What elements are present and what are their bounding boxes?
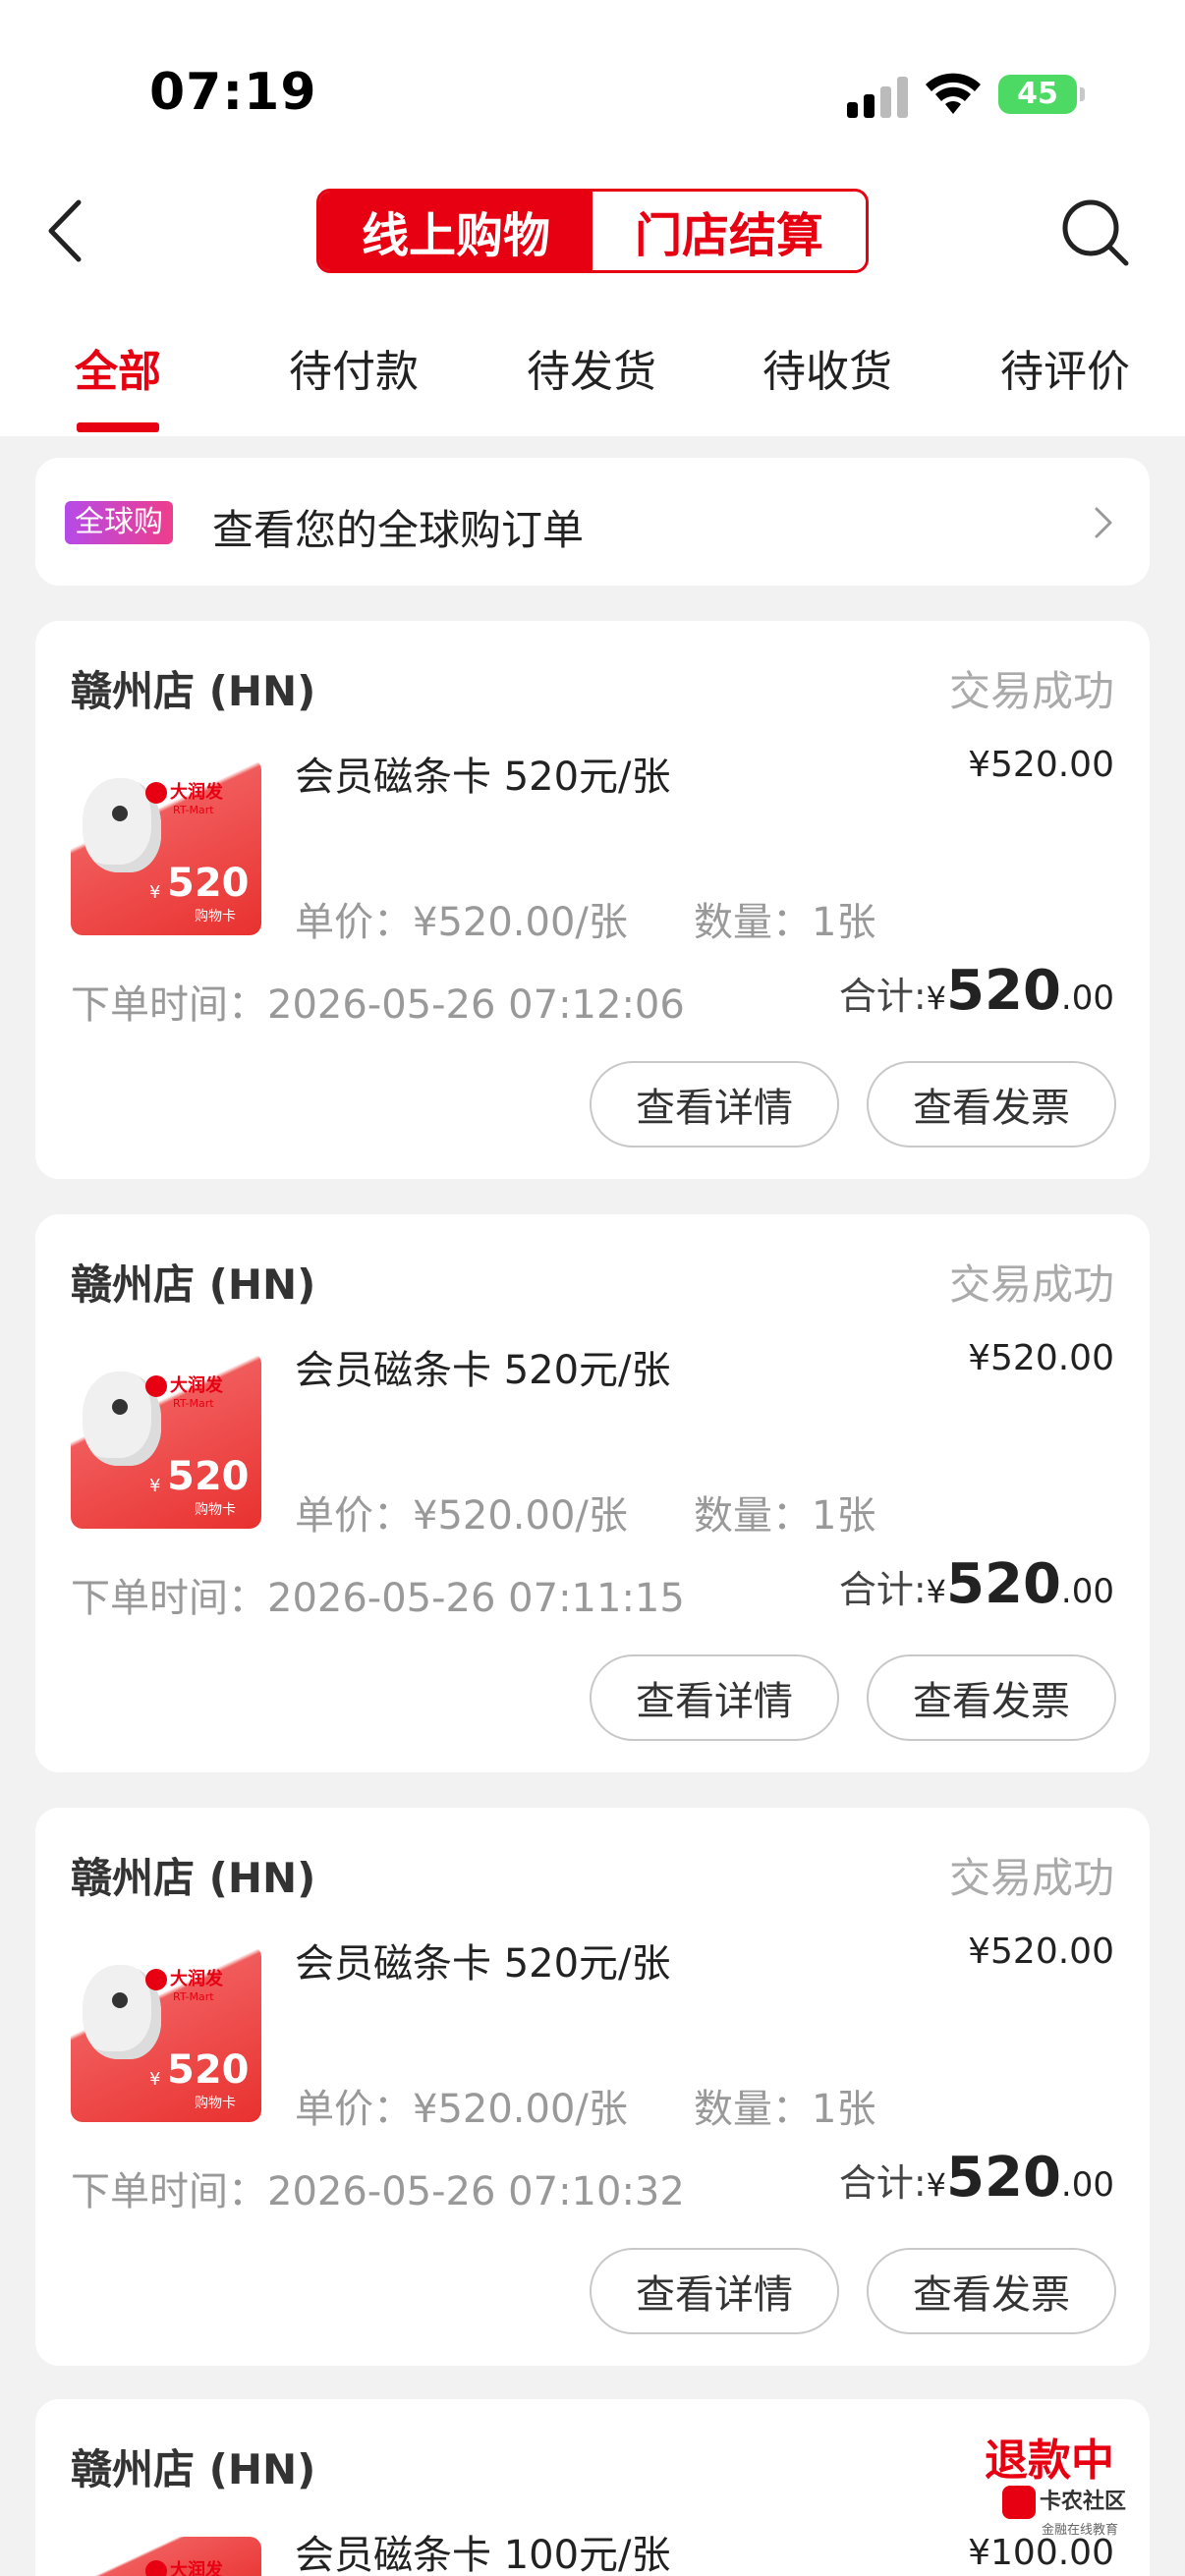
product-name: 会员磁条卡 520元/张	[295, 755, 671, 800]
view-details-button[interactable]: 查看详情	[590, 2248, 839, 2334]
view-invoice-button[interactable]: 查看发票	[867, 2248, 1116, 2334]
order-time: 下单时间：2026-05-26 07:11:15	[71, 1576, 685, 1621]
store-name: 赣州店 (HN)	[71, 667, 316, 715]
watermark-logo: 卡农社区 金融在线教育	[1001, 2484, 1126, 2538]
tab-pending-payment[interactable]: 待付款	[289, 336, 419, 399]
tab-pending-shipment[interactable]: 待发货	[527, 336, 656, 399]
order-status: 交易成功	[948, 1260, 1114, 1309]
quantity: 数量：1张	[694, 2087, 876, 2132]
product-thumbnail: 大润发 RT-Mart ¥ 520 购物卡	[71, 758, 261, 935]
order-total: 合计:¥520.00	[838, 1552, 1114, 1616]
unit-price: 单价：¥520.00/张	[295, 900, 628, 945]
view-invoice-button[interactable]: 查看发票	[867, 1654, 1116, 1741]
global-purchase-badge: 全球购	[65, 501, 173, 544]
order-status-tabs: 全部 待付款 待发货 待收货 待评价	[0, 295, 1185, 436]
order-total: 合计:¥520.00	[838, 2146, 1114, 2210]
order-card[interactable]: 赣州店 (HN) 交易成功 大润发 RT-Mart ¥ 520 购物卡 会员磁条卡…	[35, 1214, 1150, 1772]
product-name: 会员磁条卡 100元/张	[295, 2533, 671, 2576]
global-purchase-banner[interactable]: 全球购 查看您的全球购订单	[35, 458, 1150, 586]
segment-store-checkout[interactable]: 门店结算	[592, 192, 866, 270]
store-name: 赣州店 (HN)	[71, 2445, 316, 2493]
brand-logo: 大润发	[145, 2556, 223, 2576]
brand-logo: 大润发 RT-Mart	[145, 1965, 223, 2003]
back-arrow-icon[interactable]	[39, 196, 98, 265]
order-status: 退款中	[985, 2436, 1114, 2486]
order-time: 下单时间：2026-05-26 07:12:06	[71, 982, 685, 1028]
unit-price: 单价：¥520.00/张	[295, 1493, 628, 1539]
chevron-right-icon	[1095, 507, 1112, 538]
order-time: 下单时间：2026-05-26 07:10:32	[71, 2169, 685, 2214]
store-name: 赣州店 (HN)	[71, 1260, 316, 1309]
product-name: 会员磁条卡 520元/张	[295, 1941, 671, 1987]
order-card[interactable]: 赣州店 (HN) 交易成功 大润发 RT-Mart ¥ 520 购物卡 会员磁条卡…	[35, 621, 1150, 1179]
store-name: 赣州店 (HN)	[71, 1854, 316, 1902]
product-name: 会员磁条卡 520元/张	[295, 1348, 671, 1393]
status-bar: 07:19 45	[0, 0, 1185, 167]
view-details-button[interactable]: 查看详情	[590, 1654, 839, 1741]
battery-icon: 45	[998, 75, 1085, 114]
product-price: ¥520.00	[968, 1932, 1114, 1972]
product-price: ¥520.00	[968, 1338, 1114, 1378]
tab-pending-receipt[interactable]: 待收货	[762, 336, 892, 399]
wifi-icon	[926, 73, 981, 114]
top-nav: 线上购物 门店结算	[0, 167, 1185, 295]
product-thumbnail: 大润发	[71, 2537, 261, 2576]
tab-all[interactable]: 全部	[75, 336, 161, 399]
status-time: 07:19	[149, 63, 317, 122]
product-price: ¥520.00	[968, 745, 1114, 785]
view-details-button[interactable]: 查看详情	[590, 1061, 839, 1148]
product-thumbnail: 大润发 RT-Mart ¥ 520 购物卡	[71, 1945, 261, 2122]
active-tab-indicator	[77, 422, 159, 432]
order-status: 交易成功	[948, 1854, 1114, 1902]
order-card[interactable]: 赣州店 (HN) 交易成功 大润发 RT-Mart ¥ 520 购物卡 会员磁条卡…	[35, 1808, 1150, 2366]
order-status: 交易成功	[948, 667, 1114, 715]
cellular-signal-icon	[847, 77, 908, 118]
quantity: 数量：1张	[694, 1493, 876, 1539]
global-purchase-text: 查看您的全球购订单	[212, 506, 585, 554]
view-invoice-button[interactable]: 查看发票	[867, 1061, 1116, 1148]
product-thumbnail: 大润发 RT-Mart ¥ 520 购物卡	[71, 1352, 261, 1529]
brand-logo: 大润发 RT-Mart	[145, 1372, 223, 1410]
segment-online-shopping[interactable]: 线上购物	[319, 192, 592, 270]
tab-pending-review[interactable]: 待评价	[1000, 336, 1130, 399]
unit-price: 单价：¥520.00/张	[295, 2087, 628, 2132]
order-card[interactable]: 赣州店 (HN) 退款中 卡农社区 金融在线教育 大润发 会员磁条卡 100元/张…	[35, 2399, 1150, 2576]
brand-logo: 大润发 RT-Mart	[145, 778, 223, 816]
search-icon[interactable]	[1059, 196, 1130, 267]
shopping-mode-toggle: 线上购物 门店结算	[316, 189, 869, 273]
product-price: ¥100.00	[968, 2533, 1114, 2573]
order-total: 合计:¥520.00	[838, 959, 1114, 1023]
quantity: 数量：1张	[694, 900, 876, 945]
